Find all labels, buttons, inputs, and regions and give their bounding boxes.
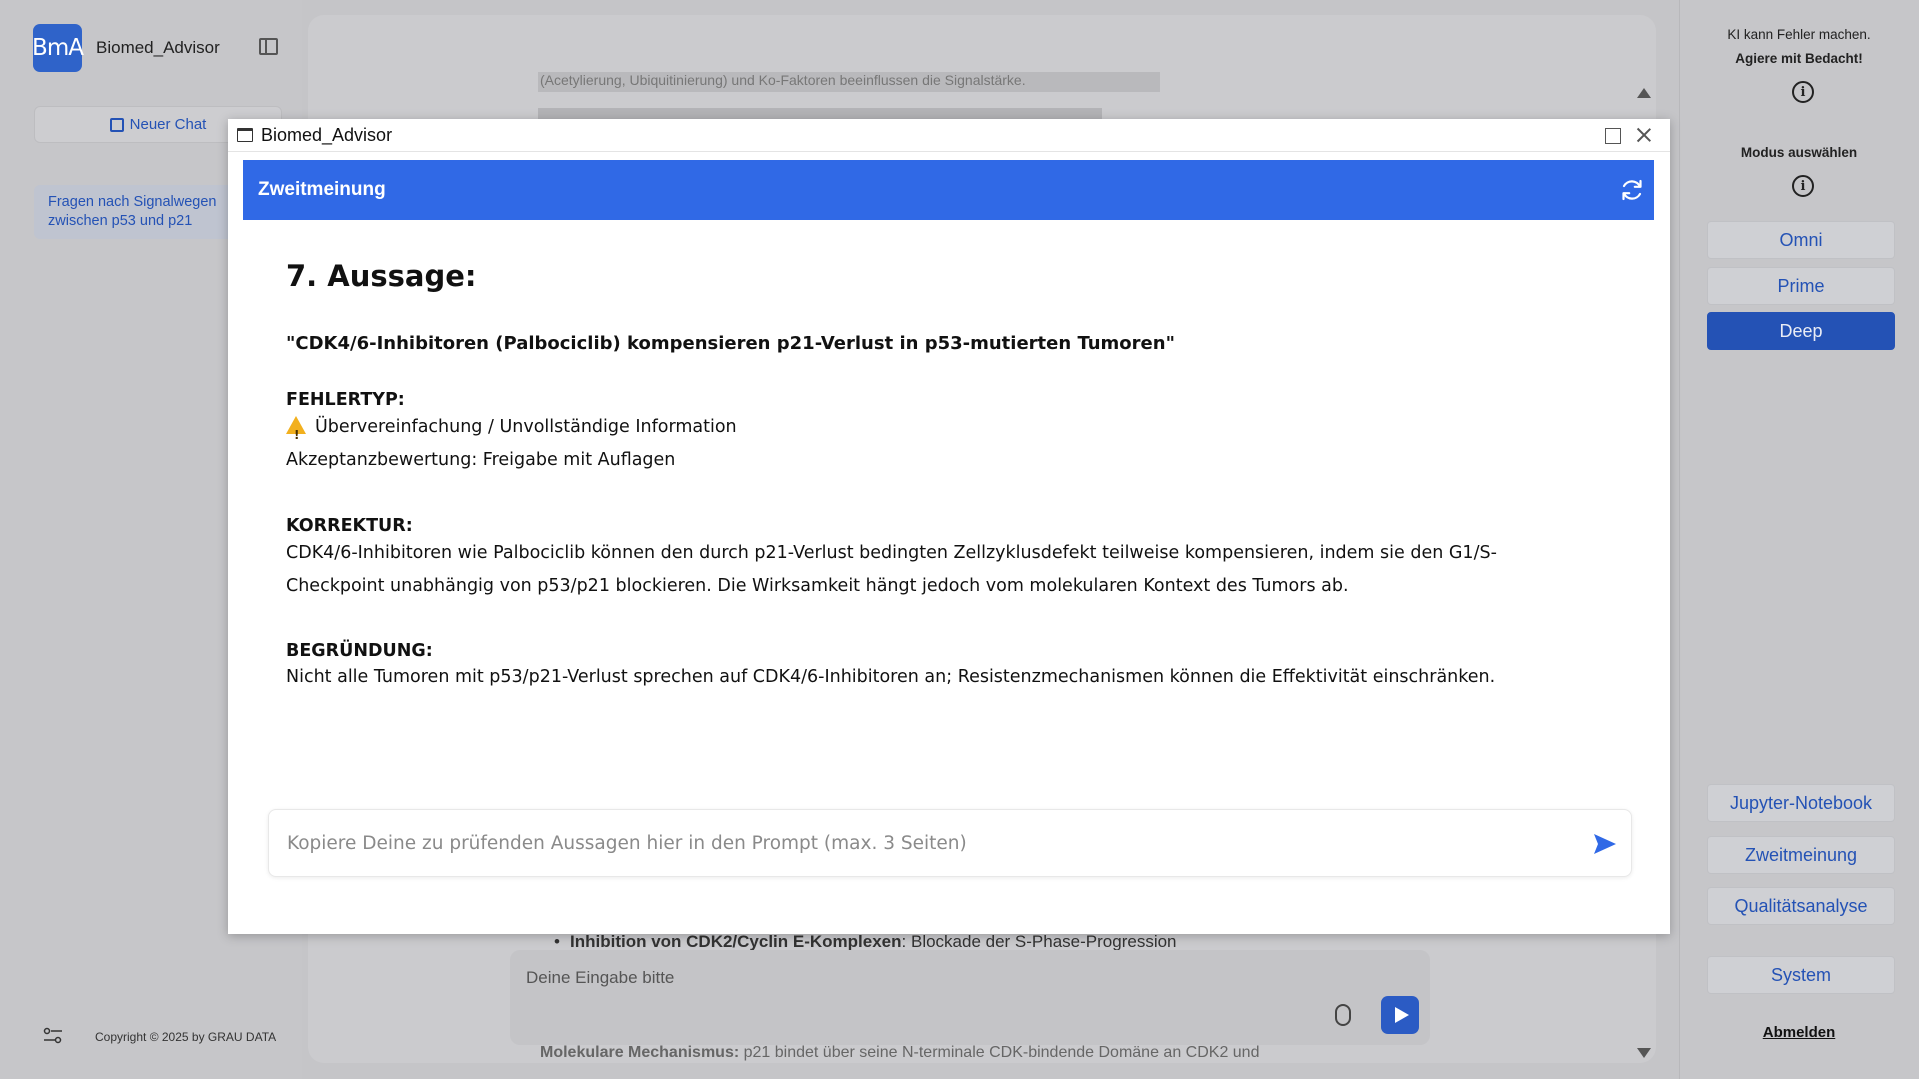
chat-text-line: (Acetylierung, Ubiquitinierung) und Ko-F… (538, 72, 1160, 92)
chat-bullet: Inhibition von CDK2/Cyclin E-Komplexen: … (554, 932, 1177, 952)
window-icon (237, 128, 253, 142)
error-type-value: Übervereinfachung / Unvollständige Infor… (315, 417, 737, 437)
modal-header-title: Zweitmeinung (258, 179, 386, 200)
qualitaetsanalyse-button[interactable]: Qualitätsanalyse (1707, 887, 1895, 925)
chat-tail-rest: p21 bindet über seine N-terminale CDK-bi… (739, 1044, 1260, 1061)
close-icon[interactable] (1633, 124, 1655, 146)
sidebar-toggle-icon[interactable] (259, 38, 278, 55)
chat-input-placeholder: Deine Eingabe bitte (526, 968, 675, 987)
reason-label: BEGRÜNDUNG: (286, 641, 433, 661)
copyright: Copyright © 2025 by GRAU DATA (95, 1030, 277, 1044)
maximize-icon[interactable] (1605, 128, 1621, 144)
chat-tail-bold: Molekulare Mechanismus: (540, 1044, 740, 1061)
send-icon[interactable] (1592, 832, 1618, 856)
prompt-input[interactable] (269, 810, 1569, 876)
mode-prime-button[interactable]: Prime (1707, 267, 1895, 305)
chat-input-box[interactable] (510, 950, 1430, 1045)
statement-quote: "CDK4/6-Inhibitoren (Palbociclib) kompen… (286, 333, 1175, 354)
reason-text: Nicht alle Tumoren mit p53/p21-Verlust s… (286, 667, 1496, 687)
error-type-label: FEHLERTYP: (286, 390, 405, 410)
scroll-up-icon[interactable] (1637, 88, 1651, 98)
acceptance-rating: Akzeptanzbewertung: Freigabe mit Auflage… (286, 450, 676, 470)
attach-icon[interactable] (1335, 1004, 1351, 1026)
app-name: Biomed_Advisor (96, 38, 220, 57)
logout-link[interactable]: Abmelden (1679, 1024, 1919, 1041)
scroll-down-icon[interactable] (1637, 1048, 1651, 1058)
chat-send-button[interactable] (1381, 996, 1419, 1034)
ai-warning-line2: Agiere mit Bedacht! (1735, 51, 1863, 66)
error-type-value-row: Übervereinfachung / Unvollständige Infor… (286, 411, 737, 452)
edit-icon (109, 117, 124, 132)
mode-info-icon[interactable]: i (1792, 175, 1814, 197)
chat-history-item[interactable]: Fragen nach Signalwegen zwischen p53 und… (34, 185, 234, 239)
warning-icon (286, 416, 306, 452)
chat-bullet-bold: Inhibition von CDK2/Cyclin E-Komplexen (570, 932, 902, 951)
zweitmeinung-modal: Biomed_Advisor Zweitmeinung 7. Aussage: … (228, 119, 1670, 934)
refresh-icon[interactable] (1619, 177, 1645, 203)
jupyter-notebook-button[interactable]: Jupyter-Notebook (1707, 784, 1895, 822)
correction-line2: Checkpoint unabhängig von p53/p21 blocki… (286, 576, 1349, 596)
chat-bullet-text: : Blockade der S-Phase-Progression (901, 932, 1177, 951)
zweitmeinung-button[interactable]: Zweitmeinung (1707, 836, 1895, 874)
ai-warning-line1: KI kann Fehler machen. (1727, 27, 1871, 42)
settings-sliders-icon[interactable] (43, 1027, 63, 1045)
modal-header: Zweitmeinung (243, 160, 1654, 220)
modal-window-title: Biomed_Advisor (261, 125, 393, 145)
statement-heading: 7. Aussage: (286, 259, 477, 293)
system-button[interactable]: System (1707, 956, 1895, 994)
correction-label: KORREKTUR: (286, 516, 413, 536)
prompt-box (268, 809, 1632, 877)
chat-tail-text: Molekulare Mechanismus: p21 bindet über … (540, 1044, 1360, 1068)
mode-label: Modus auswählen (1740, 145, 1858, 160)
new-chat-label: Neuer Chat (129, 116, 207, 133)
app-logo: BmA (32, 24, 84, 72)
info-icon[interactable]: i (1792, 81, 1814, 103)
modal-titlebar: Biomed_Advisor (228, 119, 1670, 152)
mode-omni-button[interactable]: Omni (1707, 221, 1895, 259)
correction-line1: CDK4/6-Inhibitoren wie Palbociclib könne… (286, 543, 1497, 563)
mode-deep-button[interactable]: Deep (1707, 312, 1895, 350)
